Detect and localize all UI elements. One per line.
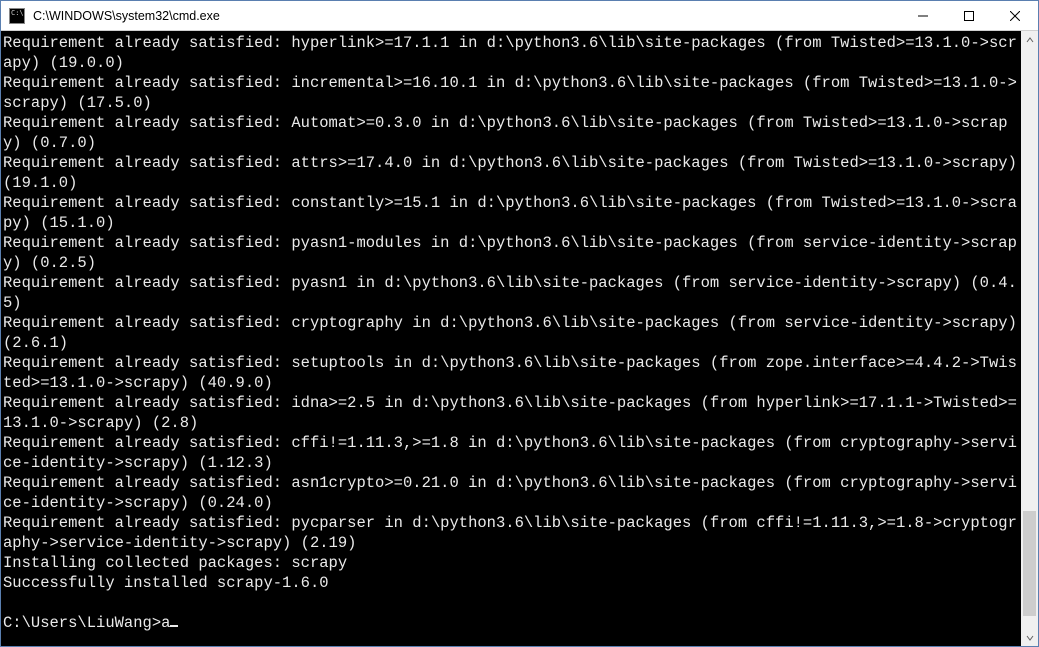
terminal-line: Requirement already satisfied: setuptool… xyxy=(3,353,1021,393)
scroll-up-button[interactable] xyxy=(1021,31,1038,48)
window-controls xyxy=(900,1,1038,30)
vertical-scrollbar[interactable] xyxy=(1021,31,1038,646)
terminal-line: Requirement already satisfied: cffi!=1.1… xyxy=(3,433,1021,473)
cmd-icon xyxy=(9,8,25,24)
chevron-down-icon xyxy=(1026,634,1034,642)
close-button[interactable] xyxy=(992,1,1038,30)
terminal-line: Requirement already satisfied: pyasn1-mo… xyxy=(3,233,1021,273)
chevron-up-icon xyxy=(1026,36,1034,44)
prompt-line[interactable]: C:\Users\LiuWang>a xyxy=(3,613,1021,633)
maximize-button[interactable] xyxy=(946,1,992,30)
scroll-down-button[interactable] xyxy=(1021,629,1038,646)
minimize-button[interactable] xyxy=(900,1,946,30)
terminal-line: Requirement already satisfied: attrs>=17… xyxy=(3,153,1021,193)
maximize-icon xyxy=(964,11,974,21)
terminal-line: Requirement already satisfied: pycparser… xyxy=(3,513,1021,553)
cmd-window: C:\WINDOWS\system32\cmd.exe Requirement … xyxy=(0,0,1039,647)
terminal-line: Requirement already satisfied: constantl… xyxy=(3,193,1021,233)
terminal-line: Successfully installed scrapy-1.6.0 xyxy=(3,573,1021,593)
client-area: Requirement already satisfied: hyperlink… xyxy=(1,31,1038,646)
terminal-line: Requirement already satisfied: increment… xyxy=(3,73,1021,113)
scroll-thumb[interactable] xyxy=(1023,511,1036,616)
text-cursor xyxy=(170,625,178,627)
terminal-line: Requirement already satisfied: hyperlink… xyxy=(3,33,1021,73)
terminal-line: Requirement already satisfied: cryptogra… xyxy=(3,313,1021,353)
terminal-line: Requirement already satisfied: idna>=2.5… xyxy=(3,393,1021,433)
prompt-text: C:\Users\LiuWang> xyxy=(3,614,161,632)
terminal-line: Requirement already satisfied: pyasn1 in… xyxy=(3,273,1021,313)
typed-text: a xyxy=(161,614,170,632)
titlebar[interactable]: C:\WINDOWS\system32\cmd.exe xyxy=(1,1,1038,31)
window-title: C:\WINDOWS\system32\cmd.exe xyxy=(31,9,900,23)
terminal-line: Requirement already satisfied: Automat>=… xyxy=(3,113,1021,153)
terminal-output[interactable]: Requirement already satisfied: hyperlink… xyxy=(1,31,1021,646)
terminal-line xyxy=(3,593,1021,613)
close-icon xyxy=(1010,11,1020,21)
minimize-icon xyxy=(918,11,928,21)
terminal-line: Installing collected packages: scrapy xyxy=(3,553,1021,573)
terminal-line: Requirement already satisfied: asn1crypt… xyxy=(3,473,1021,513)
